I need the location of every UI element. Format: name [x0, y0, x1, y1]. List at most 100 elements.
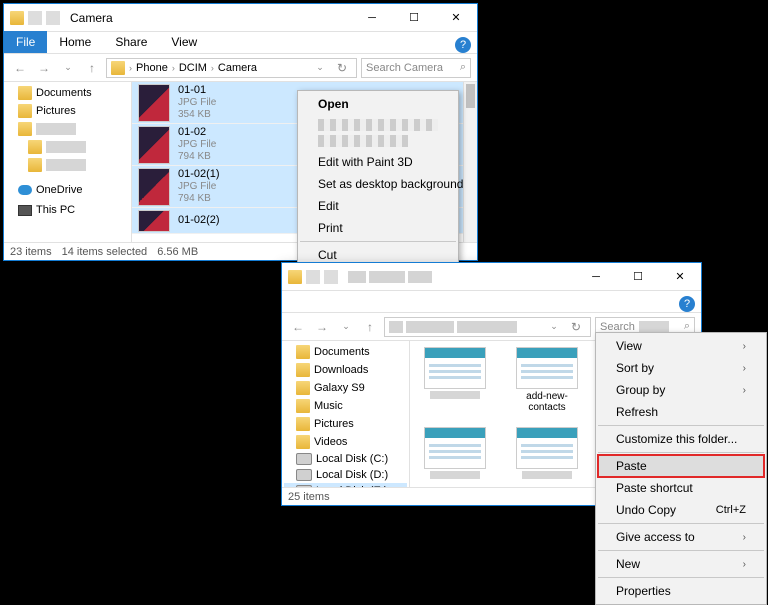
address-bar[interactable]: ⌄ ↻	[384, 317, 591, 337]
redacted-label	[46, 159, 86, 171]
file-name: 01-02(2)	[178, 214, 220, 227]
redacted-caption	[522, 471, 572, 479]
menu-set-background[interactable]: Set as desktop background	[300, 173, 456, 195]
menu-separator	[598, 523, 764, 524]
help-icon[interactable]: ?	[455, 37, 471, 53]
tree-node[interactable]: Galaxy S9	[284, 379, 407, 397]
menu-separator	[300, 241, 456, 242]
tree-node[interactable]	[6, 156, 129, 174]
menu-groupby[interactable]: Group by›	[598, 379, 764, 401]
tree-node[interactable]: Local Disk (E:)	[284, 483, 407, 487]
tree-node[interactable]: Documents	[6, 84, 129, 102]
search-icon: ⌕	[460, 61, 466, 74]
tree-node[interactable]: Downloads	[284, 361, 407, 379]
tree-node[interactable]	[6, 138, 129, 156]
dropdown-icon[interactable]: ⌄	[310, 58, 330, 78]
menu-undo-copy[interactable]: Undo CopyCtrl+Z	[598, 499, 764, 521]
titlebar[interactable]: Camera ─ ☐ ✕	[4, 4, 477, 32]
breadcrumb[interactable]: Phone	[136, 62, 168, 74]
minimize-button[interactable]: ─	[575, 263, 617, 291]
nav-tree[interactable]: Documents Pictures OneDrive This PC	[4, 82, 132, 242]
menu-properties[interactable]: Properties	[598, 580, 764, 602]
menu-paste[interactable]: Paste	[598, 455, 764, 477]
thumbnail	[138, 126, 170, 164]
titlebar[interactable]: ─ ☐ ✕	[282, 263, 701, 291]
breadcrumb[interactable]: Camera	[218, 62, 257, 74]
scroll-thumb[interactable]	[466, 84, 475, 108]
redacted-item[interactable]	[318, 135, 408, 147]
tree-node-onedrive[interactable]: OneDrive	[6, 182, 129, 198]
address-bar[interactable]: › Phone › DCIM › Camera ⌄ ↻	[106, 58, 357, 78]
qat-icon[interactable]	[46, 11, 60, 25]
file-size: 794 KB	[178, 151, 216, 163]
window-title	[344, 271, 575, 283]
tree-node-thispc[interactable]: This PC	[6, 202, 129, 218]
tree-node[interactable]: Music	[284, 397, 407, 415]
pc-icon	[18, 205, 32, 216]
menu-new[interactable]: New›	[598, 553, 764, 575]
tree-node[interactable]: Local Disk (C:)	[284, 451, 407, 467]
file-type: JPG File	[178, 181, 220, 193]
refresh-icon[interactable]: ↻	[332, 58, 352, 78]
chevron-right-icon: ›	[743, 559, 746, 570]
help-icon[interactable]: ?	[679, 296, 695, 312]
tree-node[interactable]: Pictures	[6, 102, 129, 120]
menu-refresh[interactable]: Refresh	[598, 401, 764, 423]
menu-print[interactable]: Print	[300, 217, 456, 239]
tree-node[interactable]: Local Disk (D:)	[284, 467, 407, 483]
up-button[interactable]: ↑	[360, 317, 380, 337]
refresh-icon[interactable]: ↻	[566, 317, 586, 337]
tab-file[interactable]: File	[4, 31, 47, 53]
forward-button[interactable]: →	[34, 58, 54, 78]
breadcrumb[interactable]: DCIM	[179, 62, 207, 74]
maximize-button[interactable]: ☐	[393, 4, 435, 32]
history-button[interactable]: ⌄	[336, 317, 356, 337]
status-items: 23 items	[10, 246, 52, 258]
file-size: 794 KB	[178, 193, 220, 205]
redacted-item[interactable]	[318, 119, 438, 131]
history-button[interactable]: ⌄	[58, 58, 78, 78]
minimize-button[interactable]: ─	[351, 4, 393, 32]
file-card[interactable]	[508, 427, 586, 479]
nav-tree[interactable]: Documents Downloads Galaxy S9 Music Pict…	[282, 341, 410, 487]
back-button[interactable]: ←	[10, 58, 30, 78]
tab-view[interactable]: View	[159, 31, 209, 53]
maximize-button[interactable]: ☐	[617, 263, 659, 291]
scrollbar[interactable]	[463, 82, 477, 242]
tree-node[interactable]: Pictures	[284, 415, 407, 433]
menu-view[interactable]: View›	[598, 335, 764, 357]
close-button[interactable]: ✕	[435, 4, 477, 32]
redacted-text	[389, 321, 403, 333]
back-button[interactable]: ←	[288, 317, 308, 337]
drive-icon	[296, 469, 312, 481]
menu-paint3d[interactable]: Edit with Paint 3D	[300, 151, 456, 173]
qat-icon[interactable]	[306, 270, 320, 284]
search-input[interactable]: Search Camera ⌕	[361, 58, 471, 78]
qat-icon[interactable]	[324, 270, 338, 284]
tree-node[interactable]	[6, 120, 129, 138]
file-caption: add-new-contacts	[508, 391, 586, 413]
forward-button[interactable]: →	[312, 317, 332, 337]
menu-paste-shortcut[interactable]: Paste shortcut	[598, 477, 764, 499]
redacted-caption	[430, 391, 480, 399]
tab-home[interactable]: Home	[47, 31, 103, 53]
qat-icon[interactable]	[28, 11, 42, 25]
menu-customize[interactable]: Customize this folder...	[598, 428, 764, 450]
file-type: JPG File	[178, 97, 216, 109]
tab-share[interactable]: Share	[103, 31, 159, 53]
menu-open[interactable]: Open	[300, 93, 456, 115]
menu-separator	[598, 577, 764, 578]
close-button[interactable]: ✕	[659, 263, 701, 291]
folder-icon	[18, 122, 32, 136]
menu-give-access[interactable]: Give access to›	[598, 526, 764, 548]
tree-node[interactable]: Documents	[284, 343, 407, 361]
dropdown-icon[interactable]: ⌄	[544, 317, 564, 337]
file-card[interactable]	[416, 427, 494, 479]
up-button[interactable]: ↑	[82, 58, 102, 78]
file-card[interactable]	[416, 347, 494, 413]
menu-edit[interactable]: Edit	[300, 195, 456, 217]
tree-node[interactable]: Videos	[284, 433, 407, 451]
file-card[interactable]: add-new-contacts	[508, 347, 586, 413]
shortcut-label: Ctrl+Z	[716, 504, 746, 516]
menu-sortby[interactable]: Sort by›	[598, 357, 764, 379]
